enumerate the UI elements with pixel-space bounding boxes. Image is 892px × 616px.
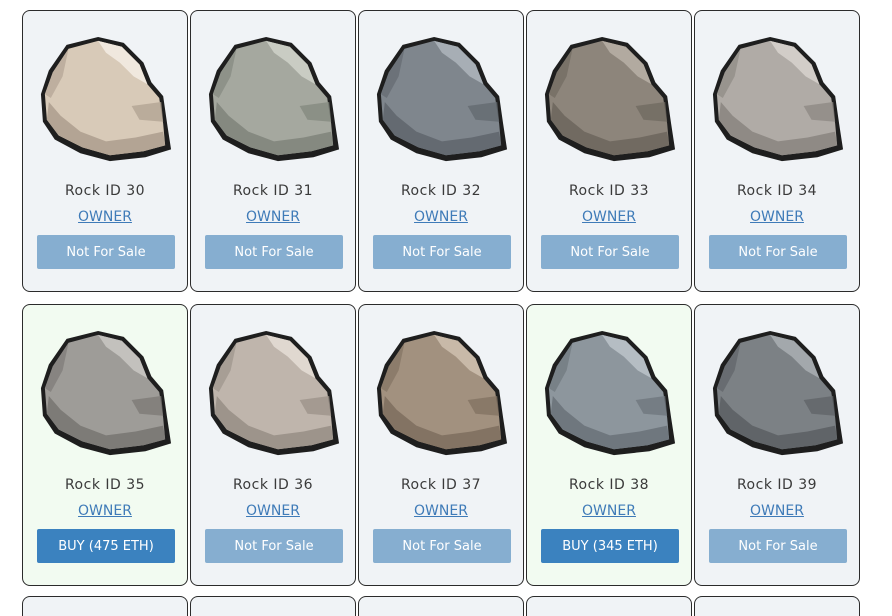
not-for-sale-button[interactable]: Not For Sale <box>709 529 847 563</box>
owner-link[interactable]: OWNER <box>527 209 691 225</box>
not-for-sale-button[interactable]: Not For Sale <box>37 235 175 269</box>
rock-title: Rock ID 30 <box>64 183 146 199</box>
not-for-sale-button[interactable]: Not For Sale <box>373 529 511 563</box>
rock-card-partial <box>22 596 188 616</box>
rock-card-partial <box>190 596 356 616</box>
rock-card: Rock ID 35 OWNER BUY (475 ETH) <box>22 304 188 586</box>
rock-card-partial <box>694 596 860 616</box>
owner-link[interactable]: OWNER <box>191 209 355 225</box>
owner-link[interactable]: OWNER <box>695 503 859 519</box>
rock-card: Rock ID 36 OWNER Not For Sale <box>190 304 356 586</box>
rock-title: Rock ID 33 <box>568 183 650 199</box>
not-for-sale-button[interactable]: Not For Sale <box>541 235 679 269</box>
rock-card: Rock ID 39 OWNER Not For Sale <box>694 304 860 586</box>
rock-image[interactable] <box>709 33 847 171</box>
rock-title: Rock ID 36 <box>232 477 314 493</box>
rock-title: Rock ID 31 <box>232 183 314 199</box>
rock-image[interactable] <box>37 327 175 465</box>
owner-link[interactable]: OWNER <box>359 503 523 519</box>
not-for-sale-button[interactable]: Not For Sale <box>205 529 343 563</box>
not-for-sale-button[interactable]: Not For Sale <box>709 235 847 269</box>
buy-button[interactable]: BUY (345 ETH) <box>541 529 679 563</box>
rock-title: Rock ID 37 <box>400 477 482 493</box>
rock-title: Rock ID 39 <box>736 477 818 493</box>
not-for-sale-button[interactable]: Not For Sale <box>373 235 511 269</box>
rock-title: Rock ID 32 <box>400 183 482 199</box>
rock-title: Rock ID 38 <box>568 477 650 493</box>
rock-image[interactable] <box>709 327 847 465</box>
not-for-sale-button[interactable]: Not For Sale <box>205 235 343 269</box>
buy-button[interactable]: BUY (475 ETH) <box>37 529 175 563</box>
rock-card-partial <box>526 596 692 616</box>
rock-grid: Rock ID 30 OWNER Not For Sale Rock ID 31 OWN… <box>0 0 892 616</box>
rock-card: Rock ID 33 OWNER Not For Sale <box>526 10 692 292</box>
rock-card: Rock ID 34 OWNER Not For Sale <box>694 10 860 292</box>
rock-card: Rock ID 32 OWNER Not For Sale <box>358 10 524 292</box>
rock-card: Rock ID 30 OWNER Not For Sale <box>22 10 188 292</box>
owner-link[interactable]: OWNER <box>527 503 691 519</box>
owner-link[interactable]: OWNER <box>191 503 355 519</box>
rock-image[interactable] <box>541 33 679 171</box>
rock-card: Rock ID 38 OWNER BUY (345 ETH) <box>526 304 692 586</box>
rock-image[interactable] <box>373 327 511 465</box>
rock-title: Rock ID 34 <box>736 183 818 199</box>
rock-image[interactable] <box>373 33 511 171</box>
rock-image[interactable] <box>541 327 679 465</box>
rock-card-partial <box>358 596 524 616</box>
rock-image[interactable] <box>205 33 343 171</box>
owner-link[interactable]: OWNER <box>695 209 859 225</box>
scrollbar[interactable] <box>866 0 892 599</box>
rock-image[interactable] <box>37 33 175 171</box>
rock-card: Rock ID 37 OWNER Not For Sale <box>358 304 524 586</box>
rock-image[interactable] <box>205 327 343 465</box>
rock-card: Rock ID 31 OWNER Not For Sale <box>190 10 356 292</box>
owner-link[interactable]: OWNER <box>359 209 523 225</box>
rock-title: Rock ID 35 <box>64 477 146 493</box>
owner-link[interactable]: OWNER <box>23 209 187 225</box>
owner-link[interactable]: OWNER <box>23 503 187 519</box>
